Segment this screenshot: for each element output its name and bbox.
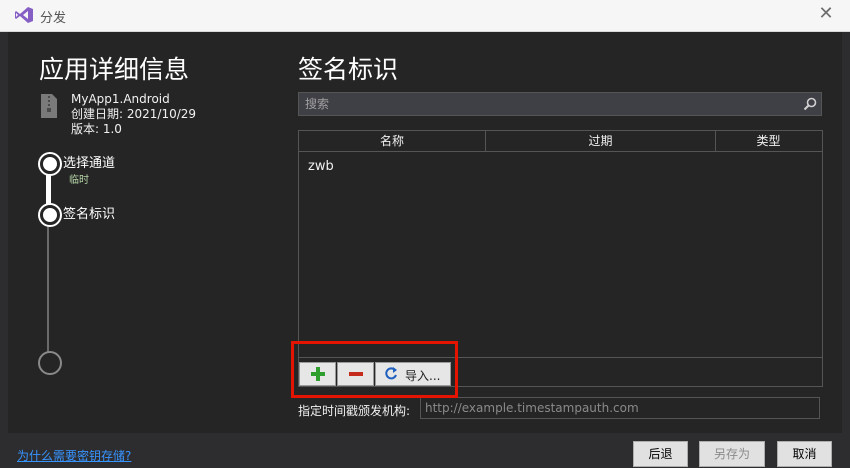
close-icon[interactable]: ✕ xyxy=(816,4,836,24)
search-icon[interactable] xyxy=(802,96,818,112)
remove-button[interactable] xyxy=(337,362,374,386)
step-dot-signing-identity xyxy=(40,205,60,225)
created-date: 创建日期: 2021/10/29 xyxy=(71,107,197,121)
dialog-content: 应用详细信息 MyApp1.Android 创建日期: 2021/10/29 版… xyxy=(8,32,842,433)
zip-file-icon xyxy=(41,94,57,118)
why-keystore-link[interactable]: 为什么需要密钥存储? xyxy=(17,447,131,464)
plus-icon xyxy=(311,367,325,381)
import-arrow-icon xyxy=(385,367,397,380)
column-header-expires[interactable]: 过期 xyxy=(486,131,716,151)
back-button[interactable]: 后退 xyxy=(633,441,688,467)
search-input[interactable] xyxy=(303,95,787,113)
window-title: 分发 xyxy=(40,11,67,26)
version: 版本: 1.0 xyxy=(71,122,122,136)
identity-table: 名称 过期 类型 zwb 导入... xyxy=(298,130,823,387)
search-box xyxy=(298,92,822,116)
import-button[interactable]: 导入... xyxy=(375,362,451,386)
step-sub-label: 临时 xyxy=(69,175,89,186)
cancel-button[interactable]: 取消 xyxy=(777,441,832,467)
app-name: MyApp1.Android xyxy=(71,92,170,106)
save-as-button[interactable]: 另存为 xyxy=(699,441,765,467)
step-label-select-channel[interactable]: 选择通道 xyxy=(63,152,115,171)
app-info: MyApp1.Android 创建日期: 2021/10/29 版本: 1.0 xyxy=(71,92,196,137)
row-name: zwb xyxy=(308,159,334,174)
step-label-signing-identity[interactable]: 签名标识 xyxy=(63,203,115,222)
timestamp-authority-label: 指定时间戳颁发机构: xyxy=(298,404,411,418)
stepper-remaining-line xyxy=(47,218,49,358)
minus-icon xyxy=(349,372,363,376)
signing-identity-heading: 签名标识 xyxy=(298,55,399,84)
table-header: 名称 过期 类型 xyxy=(299,131,822,152)
visual-studio-logo-icon xyxy=(15,7,33,23)
app-details-heading: 应用详细信息 xyxy=(39,55,190,84)
step-dot-final xyxy=(40,353,60,373)
column-header-name[interactable]: 名称 xyxy=(299,131,486,151)
title-bar: 分发 ✕ xyxy=(0,0,850,32)
column-header-type[interactable]: 类型 xyxy=(716,131,821,151)
timestamp-authority-input[interactable] xyxy=(420,397,820,419)
step-dot-select-channel xyxy=(40,154,60,174)
import-label: 导入... xyxy=(405,369,441,383)
table-toolbar: 导入... xyxy=(299,357,822,387)
add-button[interactable] xyxy=(299,362,336,386)
